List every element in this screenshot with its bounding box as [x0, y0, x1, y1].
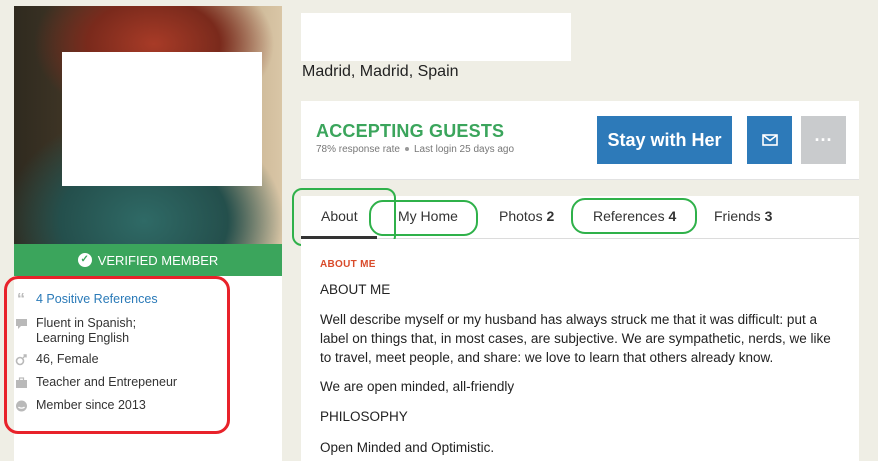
- verified-label: VERIFIED MEMBER: [97, 252, 219, 268]
- highlight-box-my-home: [369, 200, 478, 236]
- about-section-label: ABOUT ME: [320, 259, 376, 270]
- stay-with-her-button[interactable]: Stay with Her: [597, 116, 732, 164]
- separator-dot: [404, 147, 409, 151]
- photo-redaction: [62, 52, 262, 186]
- tab-friends-count: 3: [764, 208, 773, 224]
- profile-photo[interactable]: [14, 6, 282, 244]
- host-status-card: ACCEPTING GUESTS 78% response rate Last l…: [301, 101, 859, 180]
- tab-photos[interactable]: Photos 2: [499, 208, 554, 224]
- about-paragraph: Well describe myself or my husband has a…: [320, 312, 831, 365]
- tab-photos-label: Photos: [499, 208, 543, 224]
- about-section: ABOUT ME ABOUT ME Well describe myself o…: [301, 239, 859, 461]
- response-rate: 78% response rate: [316, 144, 400, 155]
- envelope-icon: [761, 134, 778, 146]
- highlight-box-references: [571, 198, 697, 234]
- checkmark-icon: ✓: [77, 253, 92, 267]
- more-options-button[interactable]: ···: [801, 116, 846, 164]
- tab-photos-count: 2: [546, 208, 555, 224]
- message-button[interactable]: [747, 116, 792, 164]
- host-meta: 78% response rate Last login 25 days ago: [316, 144, 514, 155]
- tab-friends-label: Friends: [714, 208, 761, 224]
- ellipsis-icon: ···: [814, 129, 833, 150]
- accepting-guests-status: ACCEPTING GUESTS: [316, 121, 505, 141]
- name-redaction: [301, 13, 571, 61]
- philosophy-text: Open Minded and Optimistic.: [320, 440, 495, 455]
- last-login: Last login 25 days ago: [413, 144, 515, 155]
- highlight-box-red: [4, 276, 230, 434]
- philosophy-heading: PHILOSOPHY: [320, 409, 408, 424]
- tab-friends[interactable]: Friends 3: [714, 208, 772, 224]
- about-heading: ABOUT ME: [320, 282, 391, 297]
- about-line2: We are open minded, all-friendly: [320, 379, 515, 394]
- location-text: Madrid, Madrid, Spain: [302, 63, 459, 80]
- verified-member-badge: ✓ VERIFIED MEMBER: [14, 244, 282, 276]
